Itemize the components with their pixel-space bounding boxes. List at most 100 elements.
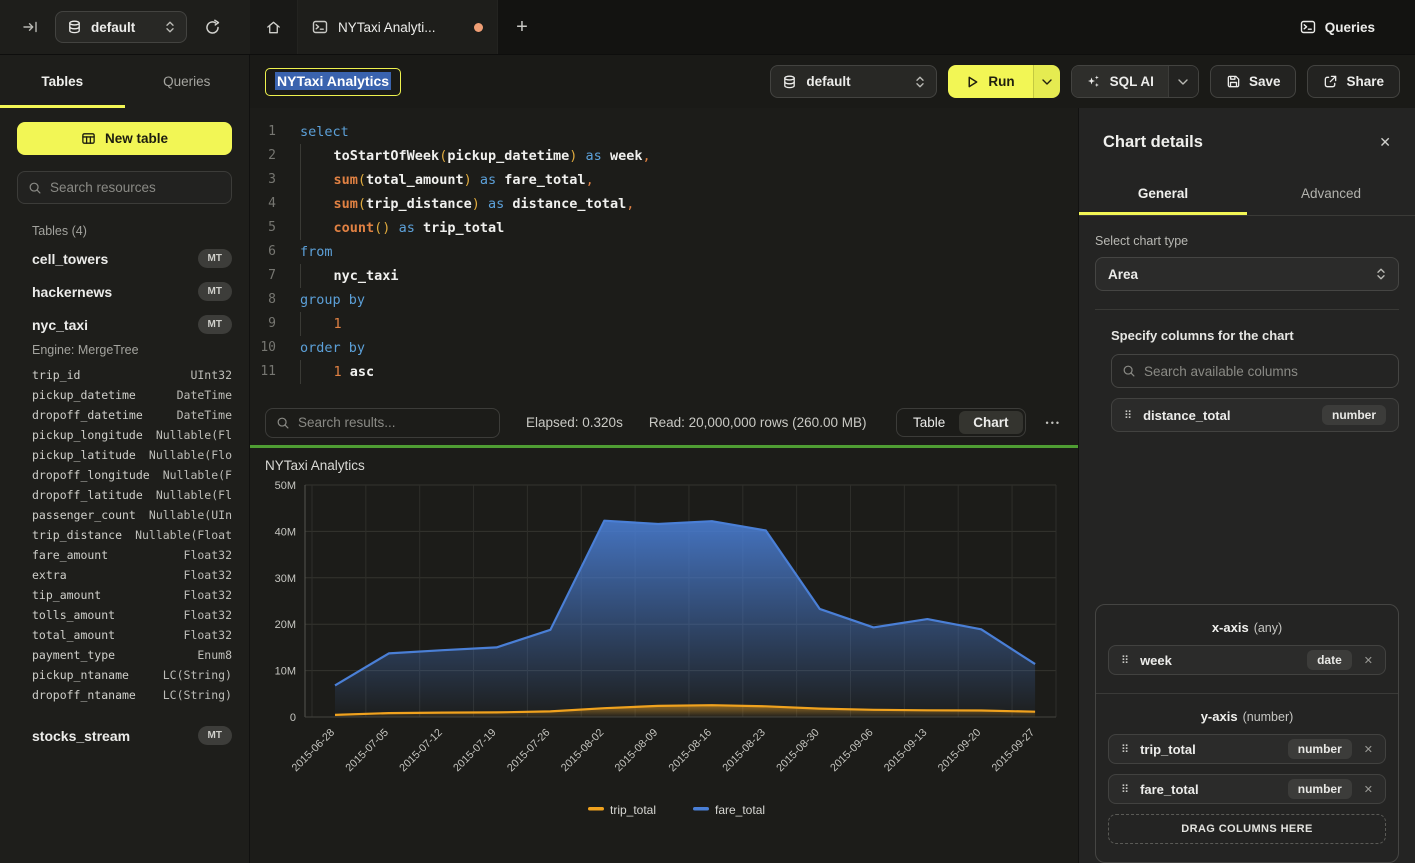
run-database-selector[interactable]: default [770,65,937,98]
code-line[interactable]: 11 1 asc [250,360,1078,384]
columns-search[interactable] [1111,354,1399,388]
code-line[interactable]: 8group by [250,288,1078,312]
column-row: dropoff_latitudeNullable(Fl [17,485,232,505]
chevron-updown-icon [1376,267,1386,281]
line-number: 9 [250,312,276,336]
tab-advanced[interactable]: Advanced [1247,172,1415,215]
drop-zone[interactable]: DRAG COLUMNS HERE [1108,814,1386,844]
line-number: 11 [250,360,276,384]
drag-handle-icon[interactable]: ⠿ [1121,654,1129,667]
remove-column-icon[interactable]: ✕ [1364,743,1373,756]
column-name: fare_amount [32,548,108,562]
sql-ai-dropdown[interactable] [1168,66,1198,97]
engine-badge: MT [198,249,232,268]
sidebar-search-input[interactable] [50,180,221,195]
code-line[interactable]: 3 sum(total_amount) as fare_total, [250,168,1078,192]
column-chip[interactable]: ⠿weekdate✕ [1108,645,1386,675]
sidebar: New table Tables (4) cell_towersMThacker… [0,108,250,863]
column-chip[interactable]: ⠿fare_totalnumber✕ [1108,774,1386,804]
view-toggle-table[interactable]: Table [899,411,959,434]
results-search[interactable] [265,408,500,438]
chart-canvas[interactable]: 010M20M30M40M50M2015-06-282015-07-052015… [250,477,1078,863]
svg-text:0: 0 [290,712,296,724]
close-icon[interactable]: ✕ [1379,134,1391,151]
column-chip[interactable]: ⠿trip_totalnumber✕ [1108,734,1386,764]
column-row: dropoff_datetimeDateTime [17,405,232,425]
line-number: 3 [250,168,276,192]
code-line[interactable]: 2 toStartOfWeek(pickup_datetime) as week… [250,144,1078,168]
sidebar-tab-tables[interactable]: Tables [0,55,125,108]
remove-column-icon[interactable]: ✕ [1364,783,1373,796]
code-line[interactable]: 10order by [250,336,1078,360]
database-icon [67,19,82,35]
database-selector[interactable]: default [55,11,187,43]
tab-general[interactable]: General [1079,172,1247,215]
chevron-updown-icon [915,75,925,89]
view-toggle-chart[interactable]: Chart [959,411,1022,434]
share-button[interactable]: Share [1307,65,1400,98]
database-selector-value: default [91,20,135,35]
table-row[interactable]: hackernewsMT [17,275,232,308]
new-tab-button[interactable]: + [498,0,546,54]
code-line[interactable]: 4 sum(trip_distance) as distance_total, [250,192,1078,216]
column-row: dropoff_longitudeNullable(F [17,465,232,485]
tab-query[interactable]: NYTaxi Analyti... [298,0,498,54]
results-search-input[interactable] [298,415,489,430]
column-chip-name: distance_total [1143,408,1230,423]
sql-editor[interactable]: 1select2 toStartOfWeek(pickup_datetime) … [250,108,1078,400]
tab-general-label: General [1138,186,1188,201]
x-axis-section: x-axis(any) ⠿weekdate✕ [1096,605,1398,693]
area-chart[interactable]: 010M20M30M40M50M2015-06-282015-07-052015… [250,477,1078,849]
sidebar-search[interactable] [17,171,232,204]
queries-button[interactable]: Queries [1300,19,1375,35]
svg-text:2015-08-02: 2015-08-02 [559,727,607,775]
column-row: total_amountFloat32 [17,625,232,645]
code-line[interactable]: 5 count() as trip_total [250,216,1078,240]
run-button-group: Run [948,65,1059,98]
refresh-icon[interactable] [204,19,221,36]
remove-column-icon[interactable]: ✕ [1364,654,1373,667]
new-table-button[interactable]: New table [17,122,232,155]
column-name: pickup_ntaname [32,668,129,682]
column-row: pickup_latitudeNullable(Flo [17,445,232,465]
drag-handle-icon[interactable]: ⠿ [1124,409,1132,422]
drag-handle-icon[interactable]: ⠿ [1121,743,1129,756]
line-number: 7 [250,264,276,288]
code-line[interactable]: 6from [250,240,1078,264]
column-chip-name: week [1140,653,1172,668]
line-content: sum(total_amount) as fare_total, [276,168,594,192]
tab-home[interactable] [250,0,298,54]
search-icon [28,181,42,195]
table-row[interactable]: cell_towersMT [17,242,232,275]
code-line[interactable]: 9 1 [250,312,1078,336]
drag-handle-icon[interactable]: ⠿ [1121,783,1129,796]
top-bar-left: default [0,0,250,54]
svg-text:10M: 10M [275,666,296,678]
column-type: Float32 [184,548,232,562]
code-line[interactable]: 7 nyc_taxi [250,264,1078,288]
run-options-dropdown[interactable] [1033,65,1060,98]
line-number: 2 [250,144,276,168]
svg-text:2015-07-19: 2015-07-19 [451,727,499,775]
column-chip[interactable]: ⠿distance_totalnumber [1111,398,1399,432]
sparkles-icon [1086,74,1101,89]
table-row[interactable]: nyc_taxiMT [17,308,232,341]
svg-text:2015-08-16: 2015-08-16 [667,727,715,775]
x-axis-title: x-axis(any) [1108,620,1386,635]
run-button[interactable]: Run [948,65,1032,98]
line-content: nyc_taxi [276,264,399,288]
save-button[interactable]: Save [1210,65,1297,98]
chart-type-select[interactable]: Area [1095,257,1399,291]
sql-ai-button[interactable]: SQL AI [1072,66,1168,97]
y-axis-hint: (number) [1243,710,1294,724]
query-title-input[interactable]: NYTaxi Analytics [265,68,401,96]
table-row[interactable]: stocks_streamMT [17,719,232,752]
columns-search-input[interactable] [1144,364,1388,379]
column-name: pickup_latitude [32,448,136,462]
x-axis-chips: ⠿weekdate✕ [1108,645,1386,675]
code-line[interactable]: 1select [250,120,1078,144]
terminal-icon [1300,19,1316,35]
collapse-sidebar-icon[interactable] [22,19,39,35]
sidebar-tab-queries[interactable]: Queries [125,55,250,108]
more-options-icon[interactable]: ••• [1044,414,1063,432]
